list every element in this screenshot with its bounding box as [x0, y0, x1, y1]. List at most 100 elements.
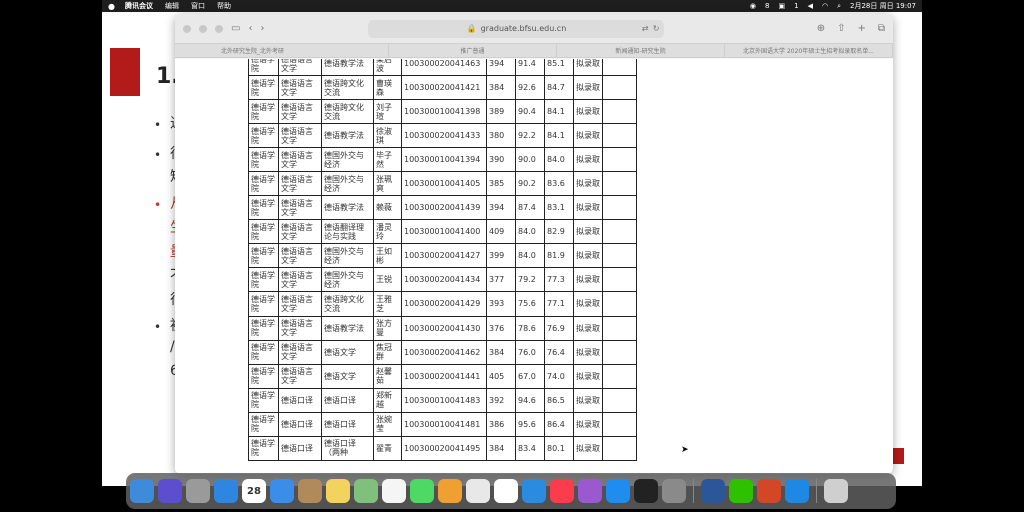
table-cell: 梁启波 [373, 59, 402, 77]
tab-1[interactable]: 北外研究生院_北外考研 [175, 44, 389, 57]
table-cell: 拟录取 [573, 435, 603, 461]
forward-icon[interactable]: › [260, 23, 264, 34]
wifi-icon[interactable]: ◠ [822, 2, 828, 10]
table-cell: 100300010041394 [401, 147, 487, 173]
messages-icon[interactable] [410, 479, 434, 503]
menu-item-help[interactable]: 帮助 [217, 1, 231, 11]
calendar-icon[interactable]: 28 [242, 479, 266, 503]
table-cell: 德语跨文化交流 [321, 99, 374, 125]
mouse-cursor: ➤ [681, 445, 689, 455]
table-cell: 76.0 [515, 339, 545, 365]
table-cell: 79.2 [515, 267, 545, 293]
music-icon[interactable] [550, 479, 574, 503]
menu-item-window[interactable]: 窗口 [191, 1, 205, 11]
maps-icon[interactable] [354, 479, 378, 503]
table-row: 德语学院 德语语言文学 德国外交与经济 张珮爽 100300010041405 385 90… [248, 171, 637, 197]
flag-icon[interactable]: ▣ [779, 2, 786, 10]
share-icon[interactable]: ⇧ [837, 23, 845, 34]
numbers-icon[interactable] [494, 479, 518, 503]
table-cell [602, 339, 637, 365]
table-cell [602, 59, 637, 77]
dock: 28 [126, 473, 896, 509]
table-row: 德语学院 德语口译 德语口译 郑新越 100300010041483 392 94.6 86.… [248, 387, 637, 413]
zoom-window-button[interactable] [215, 24, 223, 33]
powerpoint-icon[interactable] [757, 479, 781, 503]
table-row: 德语学院 德语语言文学 德语跨文化交流 王雅芝 100300020041429 393 75… [248, 291, 637, 317]
menu-app-name[interactable]: 腾讯会议 [125, 1, 153, 11]
system-preferences-icon[interactable] [662, 479, 686, 503]
table-cell: 德语语言文学 [278, 363, 322, 389]
tencent-meeting-icon[interactable] [785, 479, 809, 503]
table-cell: 77.3 [544, 267, 574, 293]
wechat-status-icon[interactable]: ◉ [750, 2, 756, 10]
table-cell: 德语语言文学 [278, 291, 322, 317]
table-cell: 86.4 [544, 411, 574, 437]
contacts-icon[interactable] [298, 479, 322, 503]
table-cell: 德语语言文学 [278, 147, 322, 173]
podcasts-icon[interactable] [578, 479, 602, 503]
app-store-icon[interactable] [606, 479, 630, 503]
table-cell [602, 387, 637, 413]
tab-4[interactable]: 北京外国语大学 2020年硕士生招考拟录取名单... [725, 44, 893, 57]
web-content: 德语学院 德语语言文学 德语教学法 梁启波 100300020041463 394 91.4… [175, 59, 893, 474]
table-cell: 德语学院 [248, 59, 279, 77]
minimize-window-button[interactable] [199, 24, 207, 33]
reminders-icon[interactable] [382, 479, 406, 503]
download-icon[interactable]: ⊕ [817, 23, 825, 34]
table-cell: 德语口译 [278, 387, 322, 413]
table-cell: 95.6 [515, 411, 545, 437]
clock-text[interactable]: 2月28日 周日 19:07 [850, 1, 916, 11]
table-cell: 91.4 [515, 59, 545, 77]
search-icon[interactable]: ⌕ [837, 2, 841, 11]
trash-icon[interactable] [824, 479, 848, 503]
launchpad-icon[interactable] [186, 479, 210, 503]
tab-bar: 北外研究生院_北外考研 推广普通 新闻通知-研究生院 北京外国语大学 2020年… [175, 44, 893, 58]
siri-icon[interactable] [158, 479, 182, 503]
volume-icon[interactable]: ◀ [808, 2, 813, 10]
table-cell: 84.7 [544, 75, 574, 101]
table-row: 德语学院 德语语言文学 德语教学法 张方曼 100300020041430 376 78.6… [248, 315, 637, 341]
table-cell: 德语学院 [248, 219, 279, 245]
table-cell: 毕子然 [373, 147, 402, 173]
table-cell: 德语学院 [248, 195, 279, 221]
tab-2[interactable]: 推广普通 [389, 44, 557, 57]
menu-item-edit[interactable]: 编辑 [165, 1, 179, 11]
table-cell: 拟录取 [573, 59, 603, 77]
finder-icon[interactable] [130, 479, 154, 503]
table-cell: 刘子瑄 [373, 99, 402, 125]
table-cell: 德语学院 [248, 339, 279, 365]
keynote-icon[interactable] [522, 479, 546, 503]
word-icon[interactable] [701, 479, 725, 503]
wechat-icon[interactable] [729, 479, 753, 503]
table-cell: 德语学院 [248, 267, 279, 293]
table-cell: 100300020041439 [401, 195, 487, 221]
table-cell: 100300020041441 [401, 363, 487, 389]
table-cell: 67.0 [515, 363, 545, 389]
tab-3[interactable]: 新闻通知-研究生院 [557, 44, 725, 57]
table-cell [602, 171, 637, 197]
qq-icon[interactable] [634, 479, 658, 503]
translate-icon[interactable]: ⇄ [642, 24, 649, 33]
photos-icon[interactable] [438, 479, 462, 503]
table-cell: 86.5 [544, 387, 574, 413]
notes-icon[interactable] [326, 479, 350, 503]
tab-overview-icon[interactable]: ⧉ [878, 23, 885, 34]
sidebar-icon[interactable]: ▭ [231, 23, 240, 34]
table-cell: 德语语言文学 [278, 243, 322, 269]
table-cell: 83.1 [544, 195, 574, 221]
mail-icon[interactable] [270, 479, 294, 503]
close-window-button[interactable] [183, 24, 191, 33]
textedit-icon[interactable] [466, 479, 490, 503]
address-bar[interactable]: 🔒 graduate.bfsu.edu.cn ⇄ ↻ [368, 19, 665, 38]
reload-icon[interactable]: ↻ [653, 24, 660, 33]
table-cell: 394 [486, 195, 516, 221]
table-cell: 83.6 [544, 171, 574, 197]
new-tab-icon[interactable]: + [857, 23, 865, 34]
apple-icon[interactable]: ● [108, 2, 115, 11]
table-cell: 100300010041405 [401, 171, 487, 197]
back-icon[interactable]: ‹ [248, 23, 252, 34]
table-cell: 78.6 [515, 315, 545, 341]
safari-icon[interactable] [214, 479, 238, 503]
table-cell: 德国外交与经济 [321, 243, 374, 269]
table-cell [602, 147, 637, 173]
